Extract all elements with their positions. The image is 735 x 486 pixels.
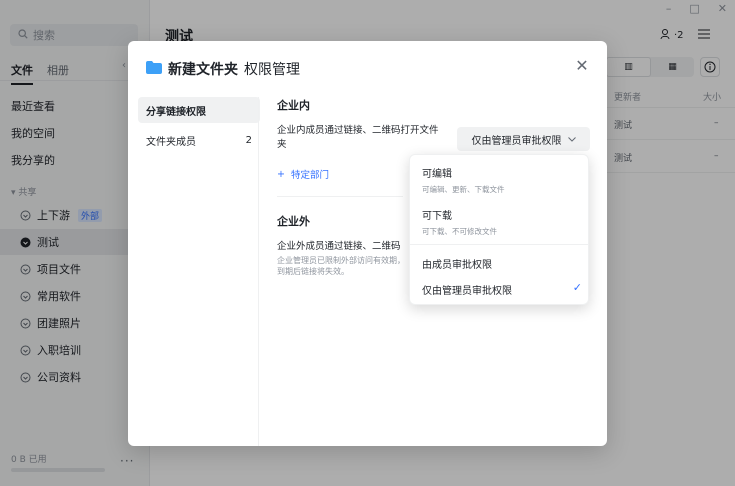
specific-department-link[interactable]: + 特定部门: [277, 167, 329, 182]
external-note: 企业管理员已限制外部访问有效期，到期后链接将失效。: [277, 256, 405, 276]
option-can-edit[interactable]: 可编辑 可编辑、更新、下载文件: [422, 165, 505, 195]
members-count-badge: 2: [245, 134, 252, 146]
dialog-title: 权限管理: [244, 62, 300, 78]
option-title: 可编辑: [422, 169, 452, 180]
dropdown-divider: [410, 244, 588, 245]
dialog-header: 新建文件夹 权限管理: [146, 59, 300, 79]
section-divider: [277, 196, 403, 197]
dialog-nav: 分享链接权限 文件夹成员 2: [138, 97, 260, 157]
option-can-download[interactable]: 可下载 可下载、不可修改文件: [422, 207, 497, 237]
dialog-folder-name: 新建文件夹: [168, 62, 238, 78]
dialog-divider: [258, 97, 259, 446]
specific-department-label: 特定部门: [290, 170, 329, 181]
internal-description: 企业内成员通过链接、二维码打开文件夹: [277, 125, 439, 150]
option-title: 可下载: [422, 211, 452, 222]
option-title: 由成员审批权限: [422, 260, 492, 271]
option-member-approval[interactable]: 由成员审批权限: [422, 256, 492, 271]
option-admin-approval[interactable]: 仅由管理员审批权限: [422, 282, 512, 297]
option-title: 仅由管理员审批权限: [422, 286, 512, 297]
dialog-nav-members[interactable]: 文件夹成员 2: [138, 127, 260, 153]
external-section-title: 企业外: [277, 215, 310, 228]
option-description: 可下载、不可修改文件: [422, 227, 497, 236]
permission-select-value: 仅由管理员审批权限: [471, 135, 562, 147]
chevron-down-icon: [567, 134, 576, 145]
internal-section-title: 企业内: [277, 99, 310, 112]
permission-dropdown: 可编辑 可编辑、更新、下载文件 可下载 可下载、不可修改文件 由成员审批权限 仅…: [409, 154, 589, 305]
dialog-nav-share-link[interactable]: 分享链接权限: [138, 97, 260, 123]
internal-permission-select[interactable]: 仅由管理员审批权限: [457, 127, 590, 151]
folder-icon: [146, 60, 162, 78]
option-description: 可编辑、更新、下载文件: [422, 185, 505, 194]
check-icon: ✓: [572, 281, 582, 294]
dialog-nav-label: 分享链接权限: [146, 106, 206, 118]
close-icon[interactable]: ✕: [575, 58, 589, 74]
dialog-nav-label: 文件夹成员: [146, 136, 196, 148]
plus-icon: +: [277, 168, 285, 180]
